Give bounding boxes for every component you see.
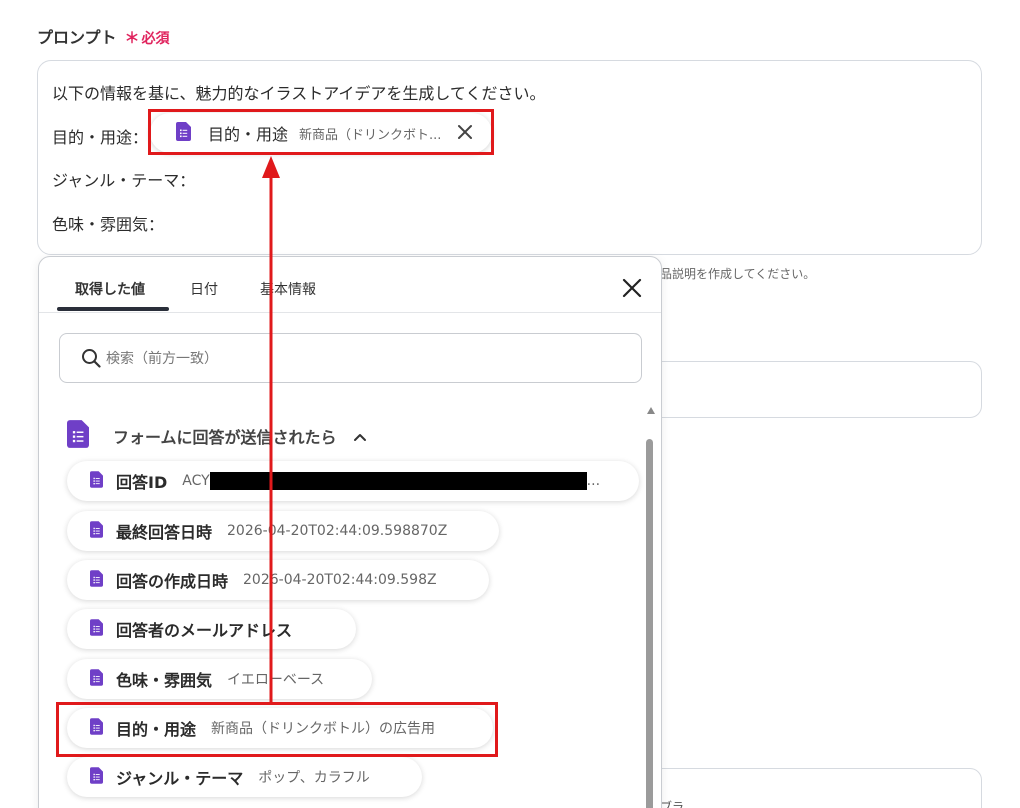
annotation-arrow (262, 156, 280, 702)
